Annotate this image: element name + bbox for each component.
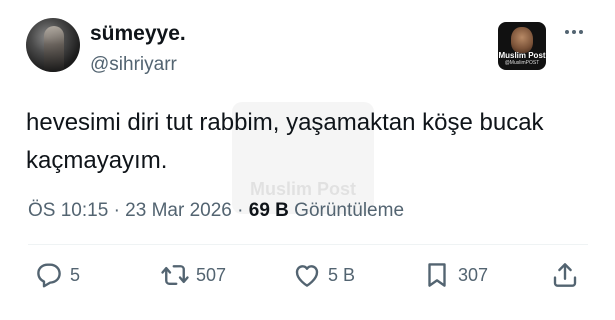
meta-separator: · — [237, 200, 244, 221]
badge-title: Muslim Post — [498, 51, 546, 60]
reply-button[interactable]: 5 — [34, 252, 80, 298]
repost-count: 507 — [196, 264, 227, 285]
tweet-meta: ÖS 10:15 · 23 Mar 2026 · 69 B Görüntülem… — [28, 200, 404, 222]
share-icon — [550, 260, 580, 290]
tweet-text: hevesimi diri tut rabbim, yaşamaktan köş… — [26, 109, 551, 174]
views-count: 69 B — [248, 200, 289, 221]
badge-subtitle: @MuslimPOST — [504, 60, 540, 66]
repost-icon — [160, 260, 190, 290]
bookmark-icon — [422, 260, 452, 290]
like-icon — [292, 260, 322, 290]
divider — [28, 244, 588, 245]
like-button[interactable]: 5 B — [292, 252, 355, 298]
like-count: 5 B — [328, 264, 356, 285]
meta-separator: · — [113, 200, 120, 221]
bookmark-count: 307 — [458, 264, 489, 285]
reply-icon — [34, 260, 64, 290]
share-button[interactable] — [550, 252, 580, 298]
avatar[interactable] — [26, 18, 80, 72]
display-name[interactable]: sümeyye. — [90, 22, 186, 46]
tweet-time[interactable]: ÖS 10:15 — [28, 200, 108, 221]
user-handle[interactable]: @sihriyarr — [90, 54, 177, 76]
badge-logo-image — [511, 27, 533, 53]
more-icon[interactable] — [558, 22, 590, 42]
tweet-date[interactable]: 23 Mar 2026 — [125, 200, 232, 221]
bookmark-button[interactable]: 307 — [422, 252, 488, 298]
views-label: Görüntüleme — [294, 200, 405, 221]
action-bar: 5 507 5 B 307 — [28, 252, 588, 298]
affiliate-badge[interactable]: Muslim Post @MuslimPOST — [498, 22, 546, 70]
watermark-text: Muslim Post — [249, 179, 356, 199]
repost-button[interactable]: 507 — [160, 252, 226, 298]
reply-count: 5 — [70, 264, 81, 285]
